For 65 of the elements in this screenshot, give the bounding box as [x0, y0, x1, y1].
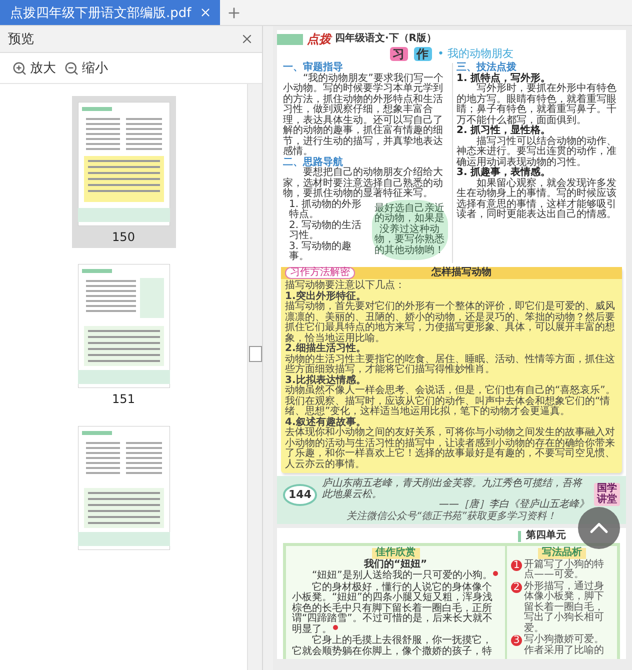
page-header: 四年级语文·下（R版）	[335, 34, 436, 45]
note-number: 1	[511, 560, 522, 571]
paragraph: 描写习性可以结合动物的动作、神态来进行。要写出连贯的动作，准确运用动词表现动物的习性。	[456, 136, 618, 168]
tip-text: 动物虽然不像人一样会思考、会说话，但是，它们也有自己的“喜怒哀乐”。我们在观察、描写时，应该从它们的动作、叫声中去体会和想象它们的“情绪、思想”变化，这样适当地运用比拟，笔下的动物才会更逼真。	[285, 386, 616, 418]
subheading: 1. 抓特点，写外形。	[456, 74, 551, 84]
section-heading: 三、技法点拨	[456, 63, 516, 74]
section-title: • 我的动物朋友	[438, 48, 514, 60]
header-accent-bar	[518, 531, 521, 542]
zoom-in-icon	[12, 60, 27, 76]
zoom-in-button[interactable]: 放大	[12, 59, 56, 77]
zoom-out-button[interactable]: 缩小	[64, 59, 108, 77]
note-text: 外形描写，通过身体像小板凳，脚下留长着一圈白毛，写出了小狗长相可爱。	[524, 582, 605, 634]
scrollbar[interactable]	[247, 84, 262, 670]
paragraph: 写外形时，要抓在外形中有特色的地方写。眼睛有特色，就着重写眼睛；鼻子有特色，就着重写鼻子。千万不能什么都写，面面俱到。	[456, 84, 618, 126]
list-item: 1. 抓动物的外形特点。	[289, 200, 363, 220]
paragraph: 如果留心观察，就会发现许多发生在动物身上的事情。写的时候应该选择有意思的事情，这样才能够吸引读者，同时更能表达出自己的情感。	[456, 178, 618, 221]
notes-tag: 写法品析	[538, 548, 586, 559]
essay-paragraph: 它身上的毛摸上去很舒服，你一抚摸它，它就会顺势躺在你脚上，像个撒娇的孩子，特	[292, 636, 493, 658]
scrollbar-thumb[interactable]	[248, 346, 262, 362]
zoom-out-icon	[64, 60, 79, 76]
tip-tag: 习作方法解密	[285, 266, 355, 280]
subheading: 2. 抓习性，显性格。	[456, 126, 551, 136]
note-number: 3	[511, 635, 522, 646]
note-text: 写小狗撒娇可爱。作者采用了比喻的	[524, 635, 605, 656]
title-badge: 作	[414, 46, 432, 62]
tip-text: 描写动物要注意以下几点：	[285, 281, 406, 292]
header-accent-bar	[277, 34, 303, 45]
quote-source: ——［唐］李白《登庐山五老峰》	[438, 500, 589, 510]
page-number: 150	[112, 230, 135, 244]
subheading: 3. 抓趣事，表情感。	[456, 168, 551, 178]
stamp-badge: 国学讲堂	[594, 483, 620, 506]
tip-text: 描写动物，首先要对它们的外形有一个整体的评价，即它们是可爱的、威风凛凛的、美丽的、丑陋的、娇小的动物，还是灵巧的、笨拙的动物？然后要抓住它们最具特点的地方来写，力使描写更形象、具体，可以展开丰富的想象，恰当地运用比喻。	[285, 302, 616, 344]
brand-logo: 点拨	[307, 33, 331, 46]
list-item: 2. 写动物的生活习性。	[289, 220, 363, 242]
close-icon[interactable]	[240, 32, 254, 46]
note-text: 开篇写了小狗的特点——可爱。	[524, 560, 605, 580]
paragraph: “我的动物朋友”要求我们写一个小动物。写的时候要学习本单元学到的方法，抓住动物的外形特点和生活习性，做到观察仔细，想象丰富合理，表达具体生动。还可以写自己了解的动物的趣事，抓住富有情趣的细节，进行生动的描写，并真挚地表达感情。	[283, 74, 444, 158]
paragraph: 要想把自己的动物朋友介绍给大家，选材时要注意选择自己熟悉的动物，要抓住动物的显著特征来写。	[283, 168, 444, 200]
essay-paragraph: “妞妞”是别人送给我的一只可爱的小狗。	[292, 571, 499, 582]
tip-point: 4.叙述有趣故事。	[285, 418, 366, 428]
speech-bubble: 最好选自己亲近的动物，如果是没养过这种动物，要写你熟悉的其他动物哟！	[372, 200, 448, 260]
footer-note: 关注微信公众号“德正书苑”获取更多学习资料！	[345, 512, 558, 522]
page-number: 144	[283, 484, 317, 506]
essay-title: 我们的“妞妞”	[364, 560, 428, 570]
tip-text: 去体现你和小动物之间的友好关系，可将你与小动物之间发生的故事融入对小动物的活动与生活习性的描写中，让读者感到小动物的存在的确给你带来了乐趣，和你一样喜欢上它！选择的故事最好是有趣的，不要写司空见惯、人云亦云的事情。	[285, 428, 616, 470]
document-tab[interactable]: 点拨四年级下册语文部编版.pdf	[0, 0, 220, 25]
tip-point: 2.细描生活习性。	[285, 344, 366, 354]
note-number: 2	[511, 582, 522, 593]
thumbnail-item[interactable]: 151	[72, 258, 176, 410]
close-icon[interactable]	[199, 6, 212, 19]
essay-tag: 佳作欣赏	[372, 548, 420, 559]
page-number: 151	[112, 392, 135, 406]
quote-text: 庐山东南五老峰，青天削出金芙蓉。九江秀色可揽结，吾将此地巢云松。	[322, 479, 582, 500]
panel-title: 预览	[8, 31, 34, 48]
section-heading: 二、思路导航	[283, 158, 344, 168]
tip-point: 3.比拟表达情感。	[285, 376, 366, 386]
thumbnail-item[interactable]: 150	[72, 96, 176, 248]
section-heading: 一、审题指导	[283, 63, 343, 74]
tip-point: 1.突出外形特征。	[285, 292, 366, 302]
list-item: 3. 写动物的趣事。	[289, 242, 353, 263]
tip-title: 怎样描写动物	[430, 268, 492, 278]
title-badge: 习	[390, 46, 408, 62]
tip-text: 动物的生活习性主要指它的吃食、居住、睡眠、活动、性情等方面，抓住这些方面细致描写，才能将它们描写得惟妙惟肖。	[285, 354, 616, 376]
unit-label: 第四单元	[526, 531, 566, 542]
essay-paragraph: 它的身材极好，懂行的人说它的身体像个小板凳。“妞妞”的四条小腿又短又粗，浑身浅棕色的长毛中只有脚下留长着一圈白毛，正所谓“四蹄踏雪”。不过可惜的是，后来长大就不明显了。	[292, 582, 494, 635]
